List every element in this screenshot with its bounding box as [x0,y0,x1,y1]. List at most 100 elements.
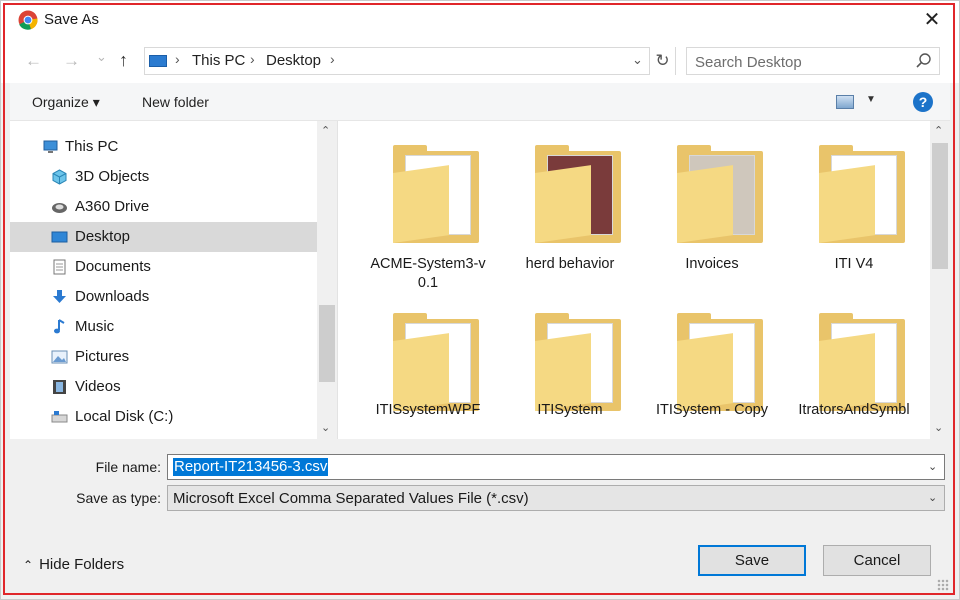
folder-item[interactable]: ITISystem - Copy [647,289,777,439]
film-icon [53,380,66,394]
organize-button[interactable]: Organize ▾ [32,94,100,111]
sidebar-item-label: Pictures [75,348,130,365]
sidebar-item-label: Videos [75,378,121,395]
sidebar-item-downloads[interactable]: Downloads [10,282,317,312]
cloud-drive-icon [52,203,67,213]
folder-icon [667,143,767,247]
folder-item[interactable]: ITI V4 [789,121,919,281]
file-name-value[interactable]: Report-IT213456-3.csv [173,458,329,476]
navigation-pane: This PC 3D Objects A360 Drive Desktop Do… [10,121,338,439]
refresh-button[interactable]: ↻ [649,47,675,75]
folder-icon [383,143,483,247]
file-list-scrollbar[interactable]: ⌃ ⌄ [930,121,950,439]
chevron-down-icon[interactable]: ⌄ [632,52,643,68]
folder-item[interactable]: ItratorsAndSymbl [789,289,919,439]
document-icon [53,259,66,275]
sidebar-item-documents[interactable]: Documents [10,252,317,282]
chevron-down-icon[interactable]: ⌄ [928,491,937,504]
sidebar-item-music[interactable]: Music [10,312,317,342]
search-input[interactable] [695,52,905,72]
folder-name: ITI V4 [834,256,874,272]
sidebar-item-label: Music [75,318,115,335]
scroll-up-icon[interactable]: ⌃ [321,124,330,137]
save-button[interactable]: Save [698,545,806,576]
folder-icon [525,311,625,415]
folder-item[interactable]: herd behavior [505,121,635,281]
hide-folders-button[interactable]: ⌃ Hide Folders [23,556,124,573]
disk-icon [51,411,68,423]
cancel-button[interactable]: Cancel [823,545,931,576]
file-name-field[interactable]: Report-IT213456-3.csv ⌄ [167,454,945,480]
file-name-label: File name: [95,459,161,475]
view-icon[interactable] [836,95,854,109]
back-button[interactable]: ← [25,51,42,71]
scroll-up-icon[interactable]: ⌃ [934,124,943,137]
close-button[interactable]: ✕ [917,5,947,35]
sidebar-item-local-disk[interactable]: Local Disk (C:) [10,402,317,432]
folder-icon [809,311,909,415]
scroll-down-icon[interactable]: ⌄ [321,421,330,434]
sidebar-item-videos[interactable]: Videos [10,372,317,402]
new-folder-button[interactable]: New folder [142,94,209,110]
sidebar-item-desktop[interactable]: Desktop [10,222,317,252]
desktop-icon [51,231,68,243]
sidebar-item-label: This PC [65,138,119,155]
folder-name: Invoices [685,256,739,272]
folder-item[interactable]: ACME-System3-v 0.1 [363,121,493,291]
folder-icon [667,311,767,415]
dialog-title: Save As [44,11,100,28]
cube-icon [52,169,67,185]
breadcrumb-separator[interactable]: › [175,51,180,67]
navigation-scrollbar[interactable]: ⌃ ⌄ [317,121,337,439]
resize-grip[interactable] [937,579,949,591]
command-toolbar: Organize ▾ New folder ▼ ? [10,83,950,121]
file-list: ACME-System3-v 0.1 herd behavior Invoice… [338,121,950,439]
sidebar-item-label: Desktop [75,228,131,245]
scrollbar-thumb[interactable] [932,143,948,269]
folder-item[interactable]: ITISystem [505,289,635,439]
music-note-icon [54,319,65,334]
folder-name: ItratorsAndSymbl [798,402,910,418]
sidebar-item-pictures[interactable]: Pictures [10,342,317,372]
forward-button[interactable]: → [63,51,80,71]
folder-icon [809,143,909,247]
sidebar-item-label: Downloads [75,288,150,305]
hide-folders-label: Hide Folders [39,556,125,573]
folder-icon [525,143,625,247]
folder-name: herd behavior [525,256,615,272]
breadcrumb-separator[interactable]: › [250,51,255,67]
chevron-up-icon: ⌃ [23,558,34,572]
up-button[interactable]: ↑ [119,50,128,71]
computer-icon [43,140,58,153]
sidebar-item-label: 3D Objects [75,168,150,185]
folder-icon [383,311,483,415]
folder-name: ACME-System3-v 0.1 [370,256,486,291]
search-box[interactable] [686,47,940,75]
breadcrumb-desktop[interactable]: Desktop [266,52,321,69]
scroll-down-icon[interactable]: ⌄ [934,421,943,434]
title-bar: Save As ✕ [1,1,959,39]
search-icon[interactable] [915,52,933,70]
view-options-dropdown[interactable]: ▼ [866,94,876,105]
breadcrumb-separator[interactable]: › [330,51,335,67]
save-as-type-label: Save as type: [76,490,161,506]
download-arrow-icon [53,290,66,303]
folder-name: ITISystem [537,402,603,418]
save-as-type-select[interactable]: Microsoft Excel Comma Separated Values F… [167,485,945,511]
sidebar-item-this-pc[interactable]: This PC [10,132,317,162]
sidebar-item-3d-objects[interactable]: 3D Objects [10,162,317,192]
scrollbar-thumb[interactable] [319,305,335,382]
breadcrumb-this-pc[interactable]: This PC [192,52,245,69]
sidebar-item-a360-drive[interactable]: A360 Drive [10,192,317,222]
folder-item[interactable]: ITISsystemWPF [363,289,493,439]
sidebar-item-label: Documents [75,258,151,275]
sidebar-item-label: Local Disk (C:) [75,408,174,425]
recent-locations-button[interactable]: ⌄ [96,49,107,65]
address-bar[interactable]: › This PC › Desktop › ⌄ [144,47,676,75]
computer-icon [149,55,167,67]
folder-item[interactable]: Invoices [647,121,777,281]
chevron-down-icon[interactable]: ⌄ [928,460,937,473]
help-icon[interactable]: ? [913,92,933,112]
chrome-icon [18,10,38,30]
save-as-dialog: Save As ✕ ← → ⌄ ↑ › This PC › Desktop › … [0,0,960,600]
